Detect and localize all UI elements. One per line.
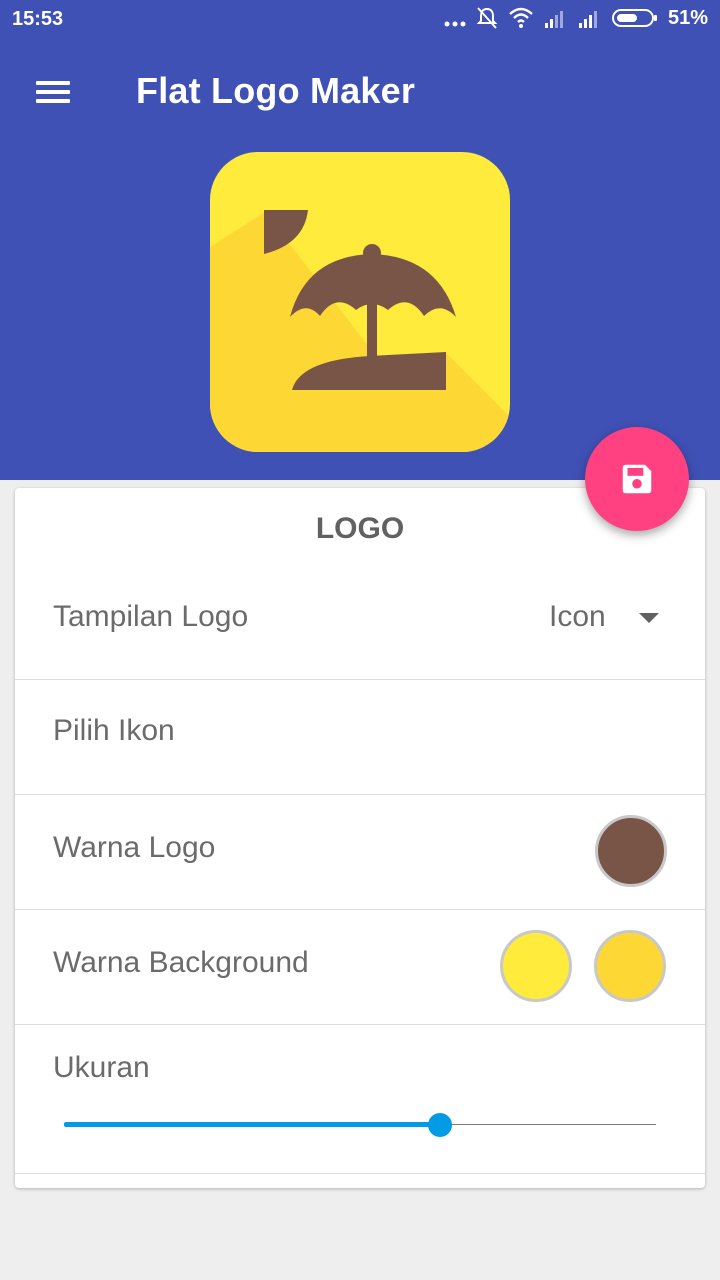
chevron-down-icon[interactable] [639,613,659,623]
warna-logo-row[interactable]: Warna Logo [15,795,705,910]
beach-umbrella-icon [210,152,510,452]
warna-logo-label: Warna Logo [53,831,216,864]
logo-settings-card: LOGO Tampilan Logo Icon Pilih Ikon Warna… [15,488,705,1188]
logo-preview [210,152,510,452]
tampilan-logo-row[interactable]: Tampilan Logo Icon [15,566,705,680]
battery-icon [611,9,657,27]
hamburger-menu-icon[interactable] [22,70,82,114]
app-bar: 15:53 51% Flat Logo Maker [0,0,720,480]
tampilan-logo-label: Tampilan Logo [53,600,249,633]
tampilan-logo-value[interactable]: Icon [549,600,606,634]
app-title: Flat Logo Maker [136,70,416,111]
notifications-off-icon [476,7,498,29]
save-button[interactable] [585,427,689,531]
size-slider-fill [64,1122,440,1127]
background-color-swatch-1[interactable] [500,930,572,1002]
status-bar: 15:53 51% [0,0,720,40]
signal-icon [578,11,597,28]
warna-background-row[interactable]: Warna Background [15,910,705,1025]
battery-percent: 51% [667,6,708,29]
wifi-icon [509,7,533,28]
logo-color-swatch[interactable] [595,815,667,887]
ukuran-row: Ukuran [15,1025,705,1174]
size-slider-thumb[interactable] [427,1113,452,1137]
ukuran-label: Ukuran [53,1051,150,1084]
pilih-ikon-row[interactable]: Pilih Ikon [15,680,705,795]
pilih-ikon-label: Pilih Ikon [53,714,175,747]
warna-background-label: Warna Background [53,946,309,979]
save-icon [622,464,652,494]
toolbar: Flat Logo Maker [0,48,720,136]
more-dots-icon [444,21,466,27]
status-time: 15:53 [12,8,64,30]
background-color-swatch-2[interactable] [594,930,666,1002]
status-icons: 51% [444,6,708,30]
signal-icon [544,11,563,28]
